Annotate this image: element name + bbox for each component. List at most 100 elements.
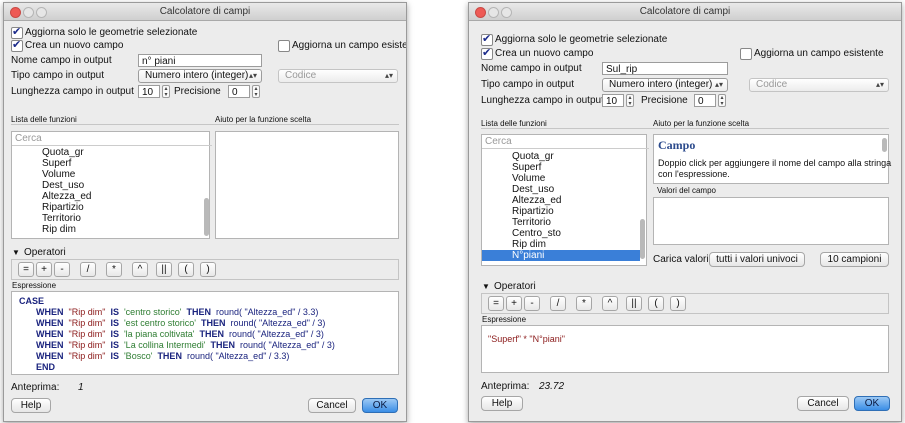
only-selected-checkbox[interactable] [481, 32, 493, 46]
list-item[interactable]: Rip dim [42, 224, 76, 235]
list-item[interactable]: Dest_uso [512, 184, 554, 195]
operator-divide-button[interactable]: / [80, 262, 96, 277]
window-title: Calcolatore di campi [639, 6, 731, 17]
function-help-header: Aiuto per la funzione scelta [215, 115, 312, 124]
operator-minus-button[interactable]: - [54, 262, 70, 277]
search-input[interactable]: Cerca [482, 135, 649, 149]
ok-button[interactable]: OK [854, 396, 890, 411]
operator-power-button[interactable]: ^ [602, 296, 618, 311]
operator-equals-button[interactable]: = [18, 262, 34, 277]
list-item[interactable]: Volume [512, 173, 545, 184]
create-new-field-checkbox[interactable] [481, 46, 493, 60]
expression-label: Espressione [12, 281, 57, 290]
disclosure-triangle-icon[interactable]: ▼ [12, 248, 20, 257]
operator-power-button[interactable]: ^ [132, 262, 148, 277]
list-item[interactable]: Altezza_ed [512, 195, 561, 206]
functions-list-header: Lista delle funzioni [11, 115, 77, 124]
operator-divide-button[interactable]: / [550, 296, 566, 311]
list-item[interactable]: Superf [42, 158, 71, 169]
length-input[interactable]: 10 [138, 85, 160, 98]
help-text-line: con l'espressione. [658, 169, 730, 179]
create-new-field-checkbox[interactable] [11, 38, 23, 52]
operators-label: Operatori [494, 281, 536, 292]
cancel-button[interactable]: Cancel [797, 396, 849, 411]
list-item[interactable]: Volume [42, 169, 75, 180]
output-name-label: Nome campo in output [481, 63, 582, 74]
all-unique-values-button[interactable]: tutti i valori univoci [709, 252, 805, 267]
expression-editor[interactable]: CASE WHEN "Rip dim" IS 'centro storico' … [11, 291, 399, 375]
length-spinner[interactable]: ▴ ▾ [162, 85, 170, 98]
operator-multiply-button[interactable]: * [106, 262, 122, 277]
minimize-button-light[interactable] [23, 7, 34, 18]
zoom-button-light[interactable] [36, 7, 47, 18]
operator-plus-button[interactable]: + [506, 296, 522, 311]
operator-equals-button[interactable]: = [488, 296, 504, 311]
operator-multiply-button[interactable]: * [576, 296, 592, 311]
list-item[interactable]: Centro_sto [512, 228, 561, 239]
operator-close-paren-button[interactable]: ) [670, 296, 686, 311]
length-label: Lunghezza campo in output [11, 86, 134, 97]
output-type-label: Tipo campo in output [11, 70, 105, 81]
code-value: Codice [285, 70, 317, 81]
operator-concat-button[interactable]: || [156, 262, 172, 277]
expression-editor[interactable]: "Superf" * "N°piani" [481, 325, 889, 373]
help-button[interactable]: Help [11, 398, 51, 413]
updown-arrows-icon: ▴▾ [875, 80, 884, 89]
close-button-light[interactable] [10, 7, 21, 18]
operator-open-paren-button[interactable]: ( [648, 296, 664, 311]
functions-scrollbar[interactable] [204, 198, 209, 236]
only-selected-label: Aggiorna solo le geometrie selezionate [495, 34, 668, 45]
output-name-label: Nome campo in output [11, 55, 112, 66]
precision-input[interactable]: 0 [694, 94, 716, 107]
output-name-input[interactable]: Sul_rip [602, 62, 728, 75]
list-item[interactable]: Ripartizio [42, 202, 84, 213]
operator-concat-button[interactable]: || [626, 296, 642, 311]
list-item[interactable]: Ripartizio [512, 206, 554, 217]
functions-list-header: Lista delle funzioni [481, 119, 547, 128]
functions-list[interactable]: Cerca Quota_gr Superf Volume Dest_uso Al… [11, 131, 212, 239]
precision-spinner[interactable]: ▴ ▾ [252, 85, 260, 98]
help-scrollbar[interactable] [882, 138, 887, 152]
precision-spinner[interactable]: ▴ ▾ [718, 94, 726, 107]
selected-list-item[interactable]: N°piani [482, 250, 640, 261]
header-divider [11, 124, 399, 125]
right-titlebar: Calcolatore di campi [469, 3, 901, 21]
precision-input[interactable]: 0 [228, 85, 250, 98]
list-item[interactable]: Superf [512, 162, 541, 173]
functions-scrollbar[interactable] [640, 219, 645, 259]
close-button-light[interactable] [475, 7, 486, 18]
ten-samples-button[interactable]: 10 campioni [820, 252, 889, 267]
update-existing-field-checkbox[interactable] [740, 48, 752, 60]
expression-end-keyword: END [36, 362, 56, 372]
list-item[interactable]: Quota_gr [512, 151, 554, 162]
window-title: Calcolatore di campi [159, 6, 251, 17]
list-item[interactable]: Altezza_ed [42, 191, 91, 202]
output-type-select[interactable]: Numero intero (integer) ▴▾ [138, 69, 262, 83]
output-name-input[interactable]: n° piani [138, 54, 262, 67]
cancel-button[interactable]: Cancel [308, 398, 356, 413]
ok-button[interactable]: OK [362, 398, 398, 413]
field-values-list[interactable] [653, 197, 889, 245]
operator-close-paren-button[interactable]: ) [200, 262, 216, 277]
list-item[interactable]: Quota_gr [42, 147, 84, 158]
list-item[interactable]: Dest_uso [42, 180, 84, 191]
search-input[interactable]: Cerca [12, 132, 212, 146]
length-spinner[interactable]: ▴ ▾ [626, 94, 634, 107]
function-help-panel: Campo Doppio click per aggiungere il nom… [653, 134, 891, 184]
output-type-select[interactable]: Numero intero (integer) ▴▾ [602, 78, 728, 92]
zoom-button-light[interactable] [501, 7, 512, 18]
list-item[interactable]: Territorio [42, 213, 81, 224]
operator-plus-button[interactable]: + [36, 262, 52, 277]
list-item[interactable]: Rip dim [512, 239, 546, 250]
operator-minus-button[interactable]: - [524, 296, 540, 311]
length-label: Lunghezza campo in output [481, 95, 604, 106]
minimize-button-light[interactable] [488, 7, 499, 18]
update-existing-field-checkbox[interactable] [278, 40, 290, 52]
output-type-value: Numero intero (integer) [145, 70, 249, 81]
length-input[interactable]: 10 [602, 94, 624, 107]
help-button[interactable]: Help [481, 396, 523, 411]
functions-list[interactable]: Cerca Quota_gr Superf Volume Dest_uso Al… [481, 134, 649, 266]
operator-open-paren-button[interactable]: ( [178, 262, 194, 277]
list-item[interactable]: Territorio [512, 217, 551, 228]
disclosure-triangle-icon[interactable]: ▼ [482, 282, 490, 291]
